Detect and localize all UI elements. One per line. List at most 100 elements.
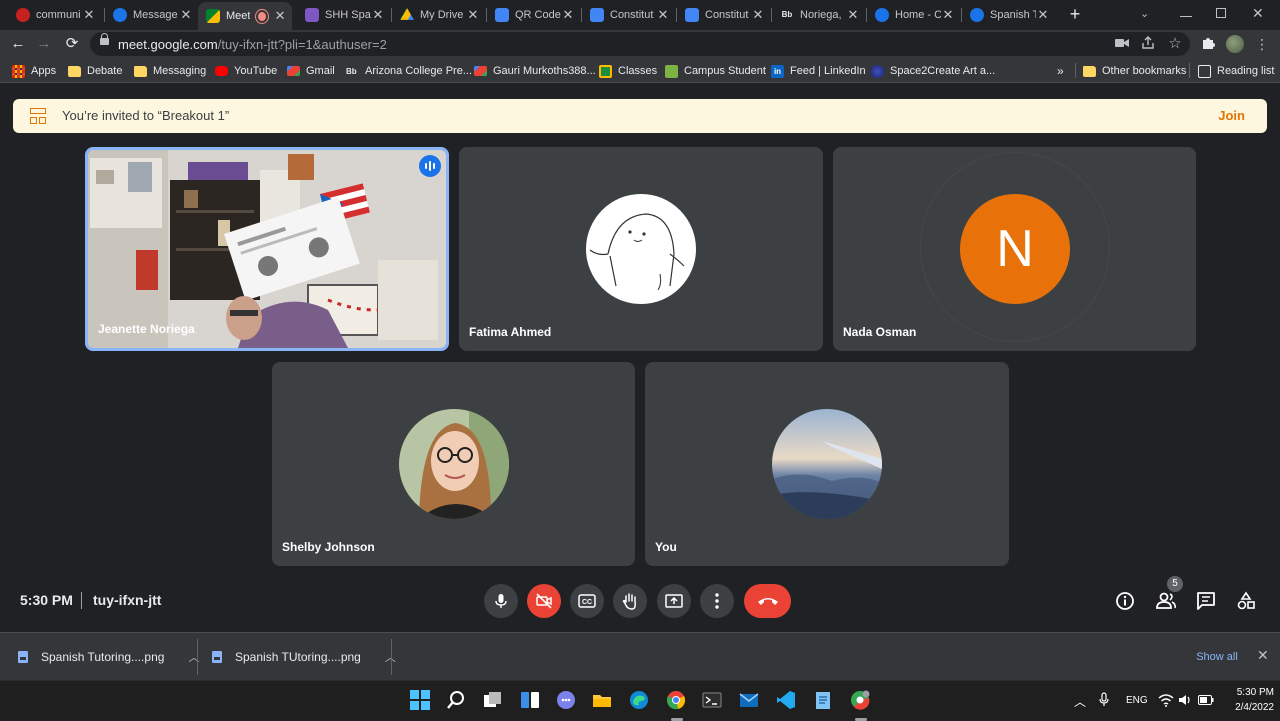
tab-close-icon[interactable]: ✕ [371,7,385,23]
meeting-code[interactable]: tuy-ifxn-jtt [93,592,161,608]
search-icon[interactable] [446,690,468,712]
share-icon[interactable] [1140,36,1156,52]
tab-favicon-icon [305,8,319,22]
browser-tab-active[interactable]: Meet ✕ [198,2,292,30]
profile-avatar[interactable] [1226,35,1244,53]
reading-list-button[interactable]: Reading list [1198,63,1274,79]
file-explorer-icon[interactable] [592,690,614,712]
extensions-puzzle-icon[interactable] [1200,36,1216,52]
participant-tile-fatima[interactable]: Fatima Ahmed [459,147,823,351]
browser-tab[interactable]: Home - C ✕ [867,3,961,27]
bookmark-gmail[interactable]: Gmail [287,63,335,79]
terminal-icon[interactable] [702,690,724,712]
bookmark-youtube[interactable]: YouTube [215,63,277,79]
chevron-up-icon[interactable]: ︿ [1074,693,1086,710]
bookmark-classes[interactable]: Classes [599,63,657,79]
bookmark-star-icon[interactable]: ☆ [1167,36,1183,52]
activities-button[interactable] [1234,589,1258,613]
bookmarks-overflow-button[interactable]: » [1057,63,1064,79]
edge-browser-icon[interactable] [629,690,651,712]
bookmark-space2create[interactable]: Space2Create Art a... [871,63,995,79]
hang-up-button[interactable] [744,584,791,618]
camera-in-use-icon[interactable] [1114,36,1130,52]
other-bookmarks-folder[interactable]: Other bookmarks [1083,63,1186,79]
notepad-icon[interactable] [813,690,835,712]
tab-close-icon[interactable]: ✕ [656,7,670,23]
close-downloads-icon[interactable]: ✕ [1257,647,1269,664]
chrome-profile-icon[interactable] [850,690,872,712]
participant-tile-nada[interactable]: N Nada Osman [833,147,1196,351]
tab-close-icon[interactable]: ✕ [751,7,765,23]
taskbar-time[interactable]: 5:30 PM [1230,687,1274,698]
classroom-icon [599,64,612,78]
address-bar[interactable]: meet.google.com/tuy-ifxn-jtt?pli=1&authu… [90,32,1190,56]
back-arrow-icon[interactable]: ← [8,34,28,54]
volume-icon[interactable] [1178,693,1192,710]
tab-close-icon[interactable]: ✕ [179,7,193,23]
more-options-button[interactable] [700,584,734,618]
forward-arrow-icon[interactable]: → [34,34,54,54]
reload-icon[interactable]: ⟳ [62,34,82,54]
close-window-icon[interactable]: ✕ [1252,5,1264,22]
widgets-icon[interactable] [520,690,542,712]
bookmark-debate[interactable]: Debate [68,63,122,79]
tab-close-icon[interactable]: ✕ [1036,7,1050,23]
tab-close-icon[interactable]: ✕ [941,7,955,23]
bookmark-gauri[interactable]: Gauri Murkoths388... [474,63,596,79]
browser-tab[interactable]: My Drive ✕ [392,3,486,27]
tab-close-icon[interactable]: ✕ [561,7,575,23]
tab-close-icon[interactable]: ✕ [466,7,480,23]
activities-icon [1237,591,1255,610]
download-item[interactable]: Spanish Tutoring....png ︿ [18,633,199,681]
browser-tab[interactable]: Message ✕ [105,3,199,27]
tab-close-icon[interactable]: ✕ [846,7,860,23]
taskbar-date[interactable]: 2/4/2022 [1220,702,1274,713]
browser-tab[interactable]: Bb Noriega, ✕ [772,3,866,27]
participant-tile-jeanette[interactable]: Jeanette Noriega [85,147,449,351]
tab-close-icon[interactable]: ✕ [82,7,96,23]
browser-menu-icon[interactable]: ⋮ [1254,36,1270,52]
browser-tab[interactable]: communi ✕ [8,3,102,27]
captions-button[interactable]: CC [570,584,604,618]
browser-tab[interactable]: Constitut ✕ [677,3,771,27]
vscode-icon[interactable] [776,690,798,712]
chat-button[interactable] [1194,589,1218,613]
input-language[interactable]: ENG [1126,695,1148,706]
present-screen-button[interactable] [657,584,691,618]
bookmark-arizona-college[interactable]: Bb Arizona College Pre... [346,63,472,79]
minimize-window-icon[interactable] [1180,5,1192,17]
restore-window-icon[interactable] [1216,8,1226,18]
bookmark-linkedin[interactable]: in Feed | LinkedIn [771,63,866,79]
tab-close-icon[interactable]: ✕ [274,8,286,24]
bookmark-campus-student[interactable]: Campus Student [665,63,766,79]
tab-search-chevron-icon[interactable]: ⌄ [1140,7,1149,20]
google-drive-icon [400,8,414,20]
show-all-downloads-button[interactable]: Show all [1186,644,1248,670]
microphone-tray-icon[interactable] [1098,692,1112,708]
browser-tab[interactable]: Constitut ✕ [582,3,676,27]
browser-tab[interactable]: Spanish T ✕ [962,3,1056,27]
bookmark-messaging[interactable]: Messaging [134,63,206,79]
meeting-info-button[interactable] [1113,589,1137,613]
url-text[interactable]: meet.google.com/tuy-ifxn-jtt?pli=1&authu… [118,37,387,52]
wifi-icon[interactable] [1158,693,1174,710]
teams-chat-icon[interactable] [556,690,578,712]
bookmark-apps[interactable]: Apps [12,63,56,79]
join-breakout-button[interactable]: Join [1218,108,1245,123]
participant-tile-you[interactable]: You [645,362,1009,566]
people-button[interactable] [1154,589,1178,613]
browser-tab[interactable]: SHH Span ✕ [297,3,391,27]
participant-name: Jeanette Noriega [98,322,195,336]
camera-toggle-button[interactable] [527,584,561,618]
battery-icon[interactable] [1198,695,1214,708]
download-item[interactable]: Spanish TUtoring....png ︿ [212,633,396,681]
mail-icon[interactable] [739,690,761,712]
windows-start-icon[interactable] [410,690,432,712]
browser-tab[interactable]: QR Code ✕ [487,3,581,27]
task-view-icon[interactable] [483,690,505,712]
microphone-button[interactable] [484,584,518,618]
new-tab-button[interactable]: + [1066,5,1084,23]
raise-hand-button[interactable] [613,584,647,618]
participant-tile-shelby[interactable]: Shelby Johnson [272,362,635,566]
chrome-browser-icon[interactable] [666,690,688,712]
